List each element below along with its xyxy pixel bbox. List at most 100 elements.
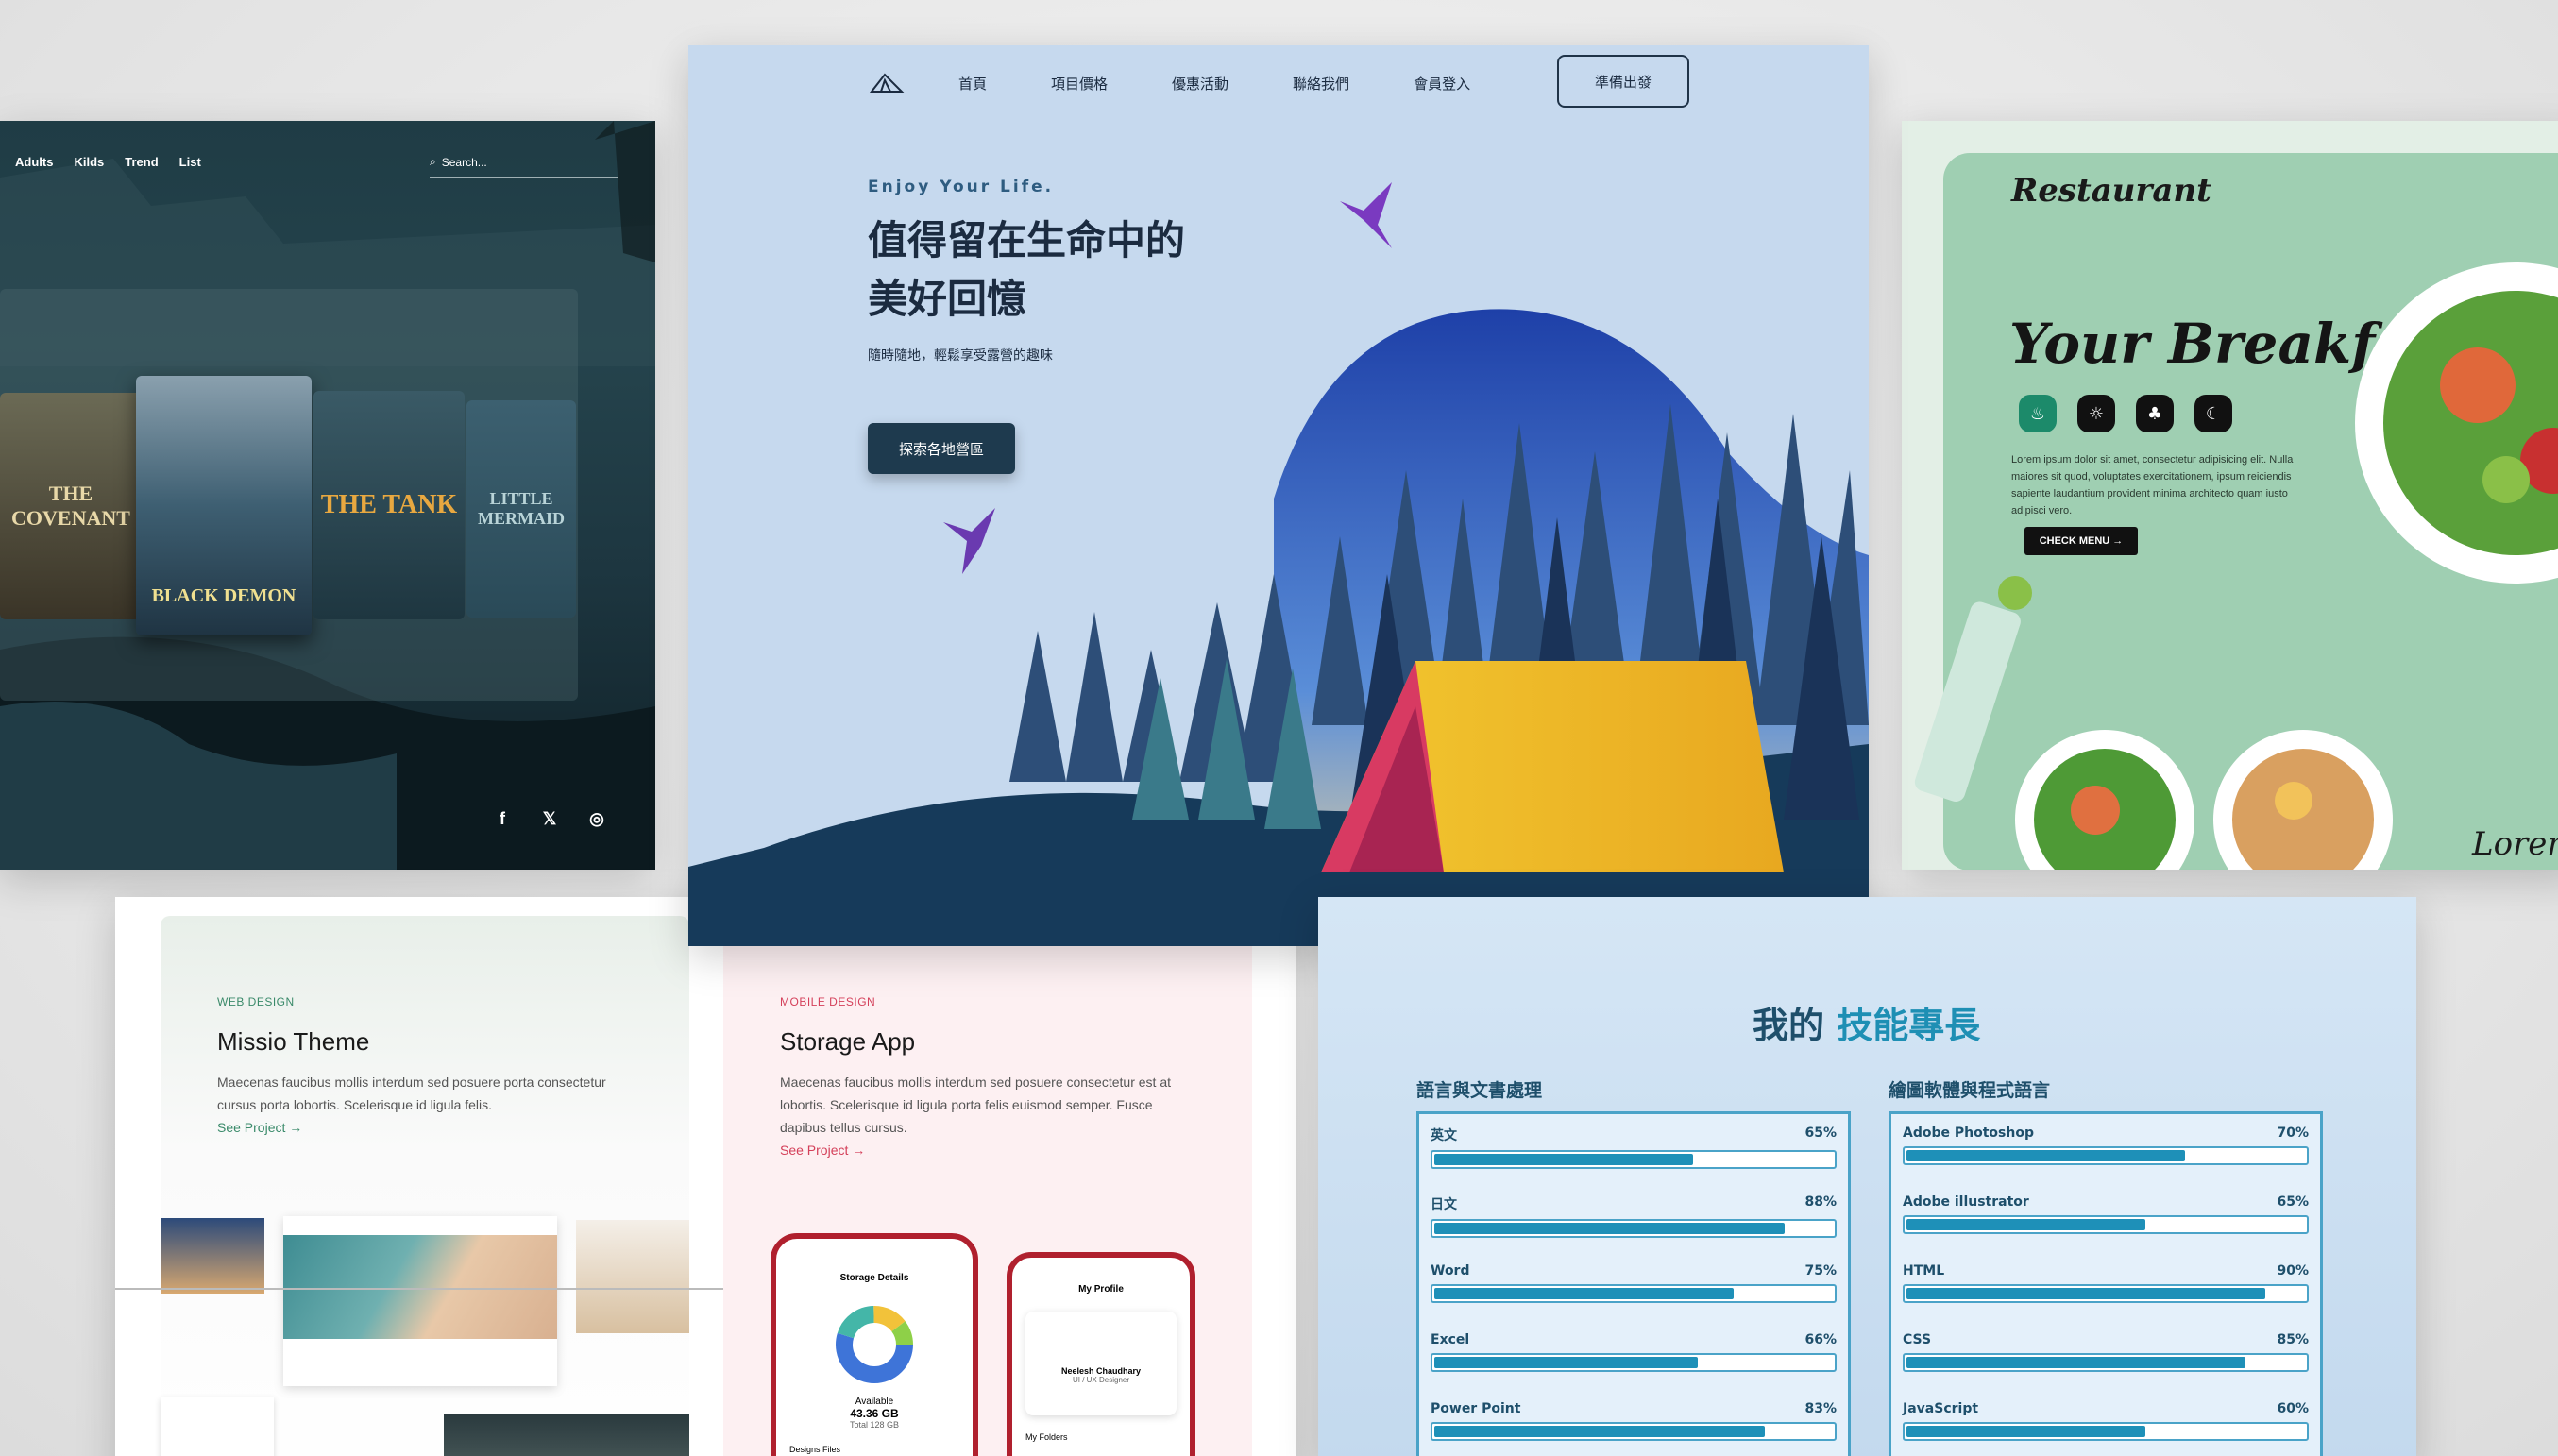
search-icon: ⌕ [430,155,436,168]
skill-bar-fill [1906,1426,2146,1437]
thumbnail-small-2 [444,1414,689,1456]
nav-offers[interactable]: 優惠活動 [1172,74,1228,93]
hero-title-line2: 美好回憶 [868,276,1027,322]
skill-name: 英文 [1431,1128,1457,1143]
skill-label: Word 75% [1431,1263,1837,1278]
movie-site-preview: Adults Kilds Trend List ⌕ Search... THE … [0,121,655,870]
skill-label: HTML 90% [1903,1263,2309,1278]
skill-bar-fill [1906,1150,2186,1161]
nav-adults[interactable]: Adults [15,155,53,169]
x-icon[interactable]: 𝕏 [538,807,561,830]
skills-preview: 我的 技能專長 語言與文書處理 英文 65% 日文 88% Word 75% Excel 66… [1318,897,2416,1456]
skill-name: JavaScript [1903,1401,1979,1416]
camping-site-preview: 首頁 項目價格 優惠活動 聯絡我們 會員登入 準備出發 Enjoy Your L… [688,45,1869,946]
skill-bar [1903,1146,2309,1165]
skill-name: Word [1431,1263,1470,1278]
nav-login[interactable]: 會員登入 [1414,74,1470,93]
skill-label: CSS 85% [1903,1332,2309,1347]
food-illustration [1914,262,2558,870]
skills-column-language: 語言與文書處理 英文 65% 日文 88% Word 75% Excel 66% Power P… [1416,1076,1851,1456]
instagram-icon[interactable]: ◎ [585,807,608,830]
camping-illustration [688,182,1869,946]
movie-nav: Adults Kilds Trend List [15,155,201,169]
skills-title: 我的 技能專長 [1753,1005,1981,1046]
project-name: Missio Theme [217,1027,370,1056]
phone-storage: Storage Details Available 43.36 GB Total… [771,1233,978,1456]
column-title: 語言與文書處理 [1416,1080,1543,1101]
nav-list[interactable]: List [179,155,201,169]
phone-profile: My Profile Neelesh Chaudhary UI / UX Des… [1007,1252,1195,1456]
nav-trend[interactable]: Trend [125,155,158,169]
skill-bar [1903,1284,2309,1303]
tagline: Enjoy Your Life. [868,178,1055,196]
column-title: 繪圖軟體與程式語言 [1889,1080,2051,1101]
skill-bar [1431,1219,1837,1238]
see-project-link[interactable]: See Project → [217,1120,302,1135]
project-card-storage[interactable]: MOBILE DESIGN Storage App Maecenas fauci… [723,916,1252,1456]
hero-title-line1: 值得留在生命中的 [868,217,1186,263]
project-name: Storage App [780,1027,916,1056]
see-project-link[interactable]: See Project → [780,1143,865,1158]
poster-covenant[interactable]: THE COVENANT [0,393,142,619]
thumbnail-site [283,1216,557,1386]
nav-home[interactable]: 首頁 [958,74,987,93]
thumbnail-portrait [576,1220,689,1333]
skill-bar [1431,1422,1837,1441]
skill-percent: 83% [1804,1401,1837,1416]
lorem-script: Lorem [2472,825,2558,863]
tent-logo-icon[interactable] [868,71,906,95]
movie-search[interactable]: ⌕ Search... [430,155,618,178]
poster-black-demon[interactable]: BLACK DEMON [136,376,312,635]
camp-nav: 首頁 項目價格 優惠活動 聯絡我們 會員登入 [868,71,1534,95]
nav-contact[interactable]: 聯絡我們 [1293,74,1349,93]
skill-name: Excel [1431,1332,1470,1347]
project-desc: Maecenas faucibus mollis interdum sed po… [217,1075,606,1112]
skill-bar [1431,1353,1837,1372]
skill-bar [1431,1150,1837,1169]
project-desc: Maecenas faucibus mollis interdum sed po… [780,1075,1171,1135]
phone-available: Available [855,1397,894,1407]
profile-folders: My Folders [1025,1432,1068,1442]
skill-percent: 70% [2277,1126,2309,1141]
project-card-missio[interactable]: WEB DESIGN Missio Theme Maecenas faucibu… [161,916,689,1456]
skill-percent: 60% [2277,1401,2309,1416]
facebook-icon[interactable]: f [491,807,514,830]
search-input[interactable]: Search... [442,156,487,169]
skill-label: Adobe illustrator 65% [1903,1194,2309,1210]
poster-the-tank[interactable]: THE TANK [313,391,465,619]
explore-button[interactable]: 探索各地營區 [868,423,1015,474]
skill-bar-fill [1434,1288,1734,1299]
nav-kids[interactable]: Kilds [74,155,104,169]
portfolio-collage: Adults Kilds Trend List ⌕ Search... THE … [0,0,2558,1456]
skill-label: JavaScript 60% [1903,1401,2309,1416]
profile-name: Neelesh Chaudhary [1060,1366,1142,1376]
skill-row: CSS 85% [1903,1332,2309,1401]
skill-row: Word 75% [1431,1263,1837,1332]
project-category: MOBILE DESIGN [780,995,876,1008]
skill-percent: 88% [1804,1194,1837,1210]
start-button[interactable]: 準備出發 [1557,55,1689,108]
skill-bar [1903,1422,2309,1441]
skill-label: Power Point 83% [1431,1401,1837,1416]
portfolio-preview: WEB DESIGN Missio Theme Maecenas faucibu… [115,897,1296,1456]
skill-label: Adobe Photoshop 70% [1903,1126,2309,1141]
skill-name: 日文 [1431,1197,1457,1212]
skill-row: 日文 88% [1431,1194,1837,1263]
skill-row: HTML 90% [1903,1263,2309,1332]
project-category: WEB DESIGN [217,995,295,1008]
skill-percent: 65% [2277,1194,2309,1210]
skill-bar-fill [1434,1154,1694,1165]
skills-box: Adobe Photoshop 70% Adobe illustrator 65% HT… [1889,1111,2323,1456]
skill-bar [1903,1353,2309,1372]
skill-bar [1903,1215,2309,1234]
profile-role: UI / UX Designer [1072,1376,1130,1384]
skill-bar-fill [1906,1357,2245,1368]
skill-row: Adobe illustrator 65% [1903,1194,2309,1263]
nav-prices[interactable]: 項目價格 [1051,74,1108,93]
poster-little-mermaid[interactable]: LITTLE MERMAID [466,400,576,618]
skill-percent: 66% [1804,1332,1837,1347]
phone-total: Total 128 GB [849,1420,900,1430]
skill-bar-fill [1434,1426,1766,1437]
skill-percent: 75% [1804,1263,1837,1278]
phone-files: Designs Files [789,1445,841,1454]
